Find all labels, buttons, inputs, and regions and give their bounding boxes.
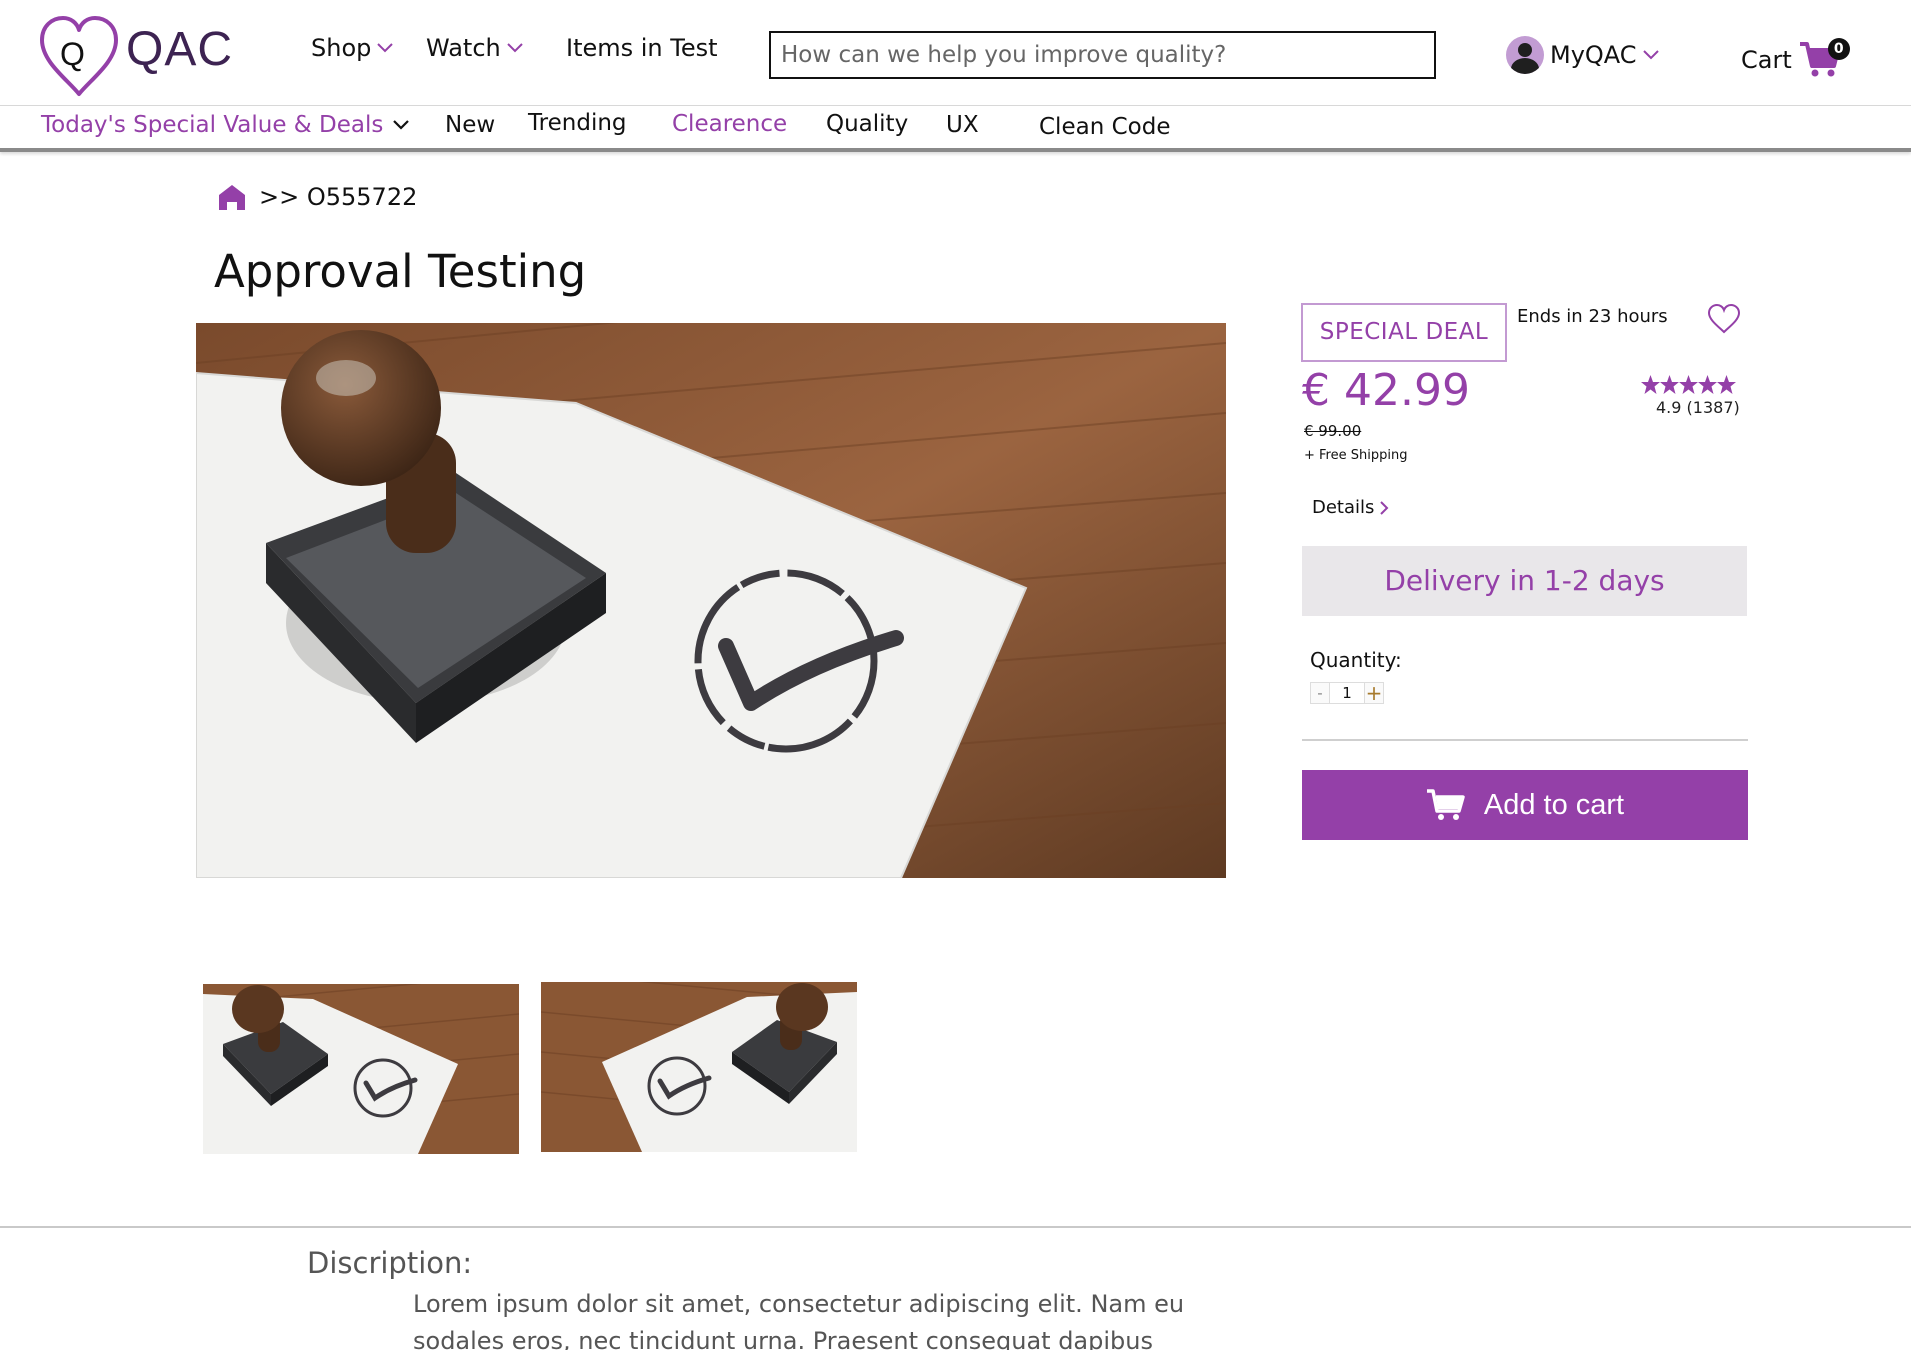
description-heading: Discription: xyxy=(307,1246,473,1280)
star-icon xyxy=(1641,375,1660,394)
subnav-quality[interactable]: Quality xyxy=(826,111,908,137)
quantity-value[interactable]: 1 xyxy=(1330,682,1364,704)
site-header: Q QAC Shop Watch Items in Test MyQAC Car… xyxy=(0,0,1911,106)
cart-icon xyxy=(1426,789,1465,820)
details-label: Details xyxy=(1312,497,1375,518)
account-label: MyQAC xyxy=(1550,41,1637,69)
chevron-down-icon xyxy=(507,43,523,53)
nav-items-in-test-label: Items in Test xyxy=(566,34,718,62)
chevron-down-icon xyxy=(377,43,394,53)
star-icon xyxy=(1679,375,1698,394)
rating-text: 4.9 (1387) xyxy=(1656,398,1740,417)
subnav-clean-code[interactable]: Clean Code xyxy=(1039,114,1170,140)
product-main-image xyxy=(196,323,1226,878)
description-divider xyxy=(0,1226,1911,1228)
cart-label: Cart xyxy=(1741,46,1792,74)
panel-divider xyxy=(1302,739,1748,741)
chevron-right-icon xyxy=(1380,500,1389,515)
add-to-cart-button[interactable]: Add to cart xyxy=(1302,770,1748,840)
quantity-increase-button[interactable]: + xyxy=(1364,682,1384,704)
product-title: Approval Testing xyxy=(214,245,587,298)
subnav-new[interactable]: New xyxy=(445,112,495,138)
add-to-cart-label: Add to cart xyxy=(1483,788,1625,821)
current-price: € 42.99 xyxy=(1302,365,1470,416)
deal-countdown: Ends in 23 hours xyxy=(1517,306,1668,327)
chevron-down-icon xyxy=(393,120,410,130)
avatar-icon xyxy=(1506,36,1544,74)
shipping-note: + Free Shipping xyxy=(1304,448,1408,463)
subnav-trending[interactable]: Trending xyxy=(528,110,627,136)
site-logo[interactable]: Q QAC xyxy=(38,14,238,100)
star-icon xyxy=(1717,375,1736,394)
subnav-clearence[interactable]: Clearence xyxy=(672,111,787,137)
nav-shop[interactable]: Shop xyxy=(311,34,394,62)
nav-watch[interactable]: Watch xyxy=(426,34,523,62)
brand-name: QAC xyxy=(126,23,234,76)
thumbnail-1[interactable] xyxy=(203,984,519,1154)
wishlist-heart-icon[interactable] xyxy=(1707,303,1741,335)
chevron-down-icon xyxy=(1642,50,1659,60)
quantity-label: Quantity: xyxy=(1310,648,1402,672)
search-box xyxy=(769,31,1436,79)
category-nav: Today's Special Value & Deals New Trendi… xyxy=(0,106,1911,152)
nav-watch-label: Watch xyxy=(426,34,501,62)
rating-stars xyxy=(1641,375,1736,394)
nav-items-in-test[interactable]: Items in Test xyxy=(566,34,718,62)
subnav-deals[interactable]: Today's Special Value & Deals xyxy=(41,112,410,138)
subnav-ux[interactable]: UX xyxy=(946,112,979,138)
star-icon xyxy=(1698,375,1717,394)
quantity-stepper: - 1 + xyxy=(1310,682,1384,704)
search-input[interactable] xyxy=(771,33,1434,77)
account-menu[interactable]: MyQAC xyxy=(1506,36,1659,74)
original-price: € 99.00 xyxy=(1304,422,1362,440)
cart-link[interactable]: Cart 0 xyxy=(1741,38,1850,80)
breadcrumb-path: >> O555722 xyxy=(259,183,418,211)
star-icon xyxy=(1660,375,1679,394)
delivery-info: Delivery in 1-2 days xyxy=(1302,546,1747,616)
special-deal-badge: SPECIAL DEAL xyxy=(1301,303,1507,362)
subnav-deals-label: Today's Special Value & Deals xyxy=(41,112,384,138)
thumbnail-2[interactable] xyxy=(541,982,857,1152)
logo-letter: Q xyxy=(60,36,85,72)
cart-count-badge: 0 xyxy=(1827,38,1850,60)
nav-shop-label: Shop xyxy=(311,34,372,62)
details-link[interactable]: Details xyxy=(1312,497,1389,518)
home-icon[interactable] xyxy=(217,183,247,211)
breadcrumb: >> O555722 xyxy=(217,183,417,211)
quantity-decrease-button[interactable]: - xyxy=(1310,682,1330,704)
cart-icon: 0 xyxy=(1798,38,1850,80)
description-text: Lorem ipsum dolor sit amet, consectetur … xyxy=(413,1290,1185,1350)
